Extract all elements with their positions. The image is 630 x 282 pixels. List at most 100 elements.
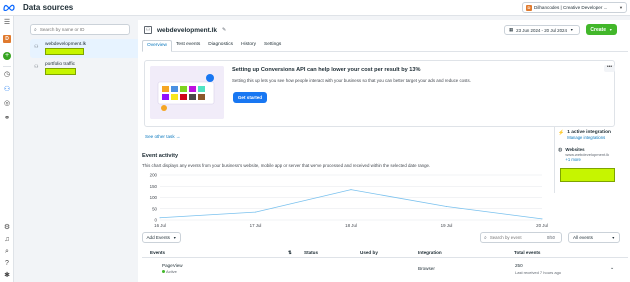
event-activity-chart: 0 50 100 150 200 16 Jul 17 Jul 18 Jul 19 Jul 20 J… [150, 173, 548, 229]
pixel-name: webdevelopment.lk [157, 26, 217, 34]
integration-cell: Browser [418, 266, 435, 271]
date-range: 23 Jun 2024 - 20 Jul 2024 [516, 27, 567, 33]
tab-bar: Overview Test events Diagnostics History… [142, 40, 628, 52]
manage-integrations-link[interactable]: Manage integrations [567, 135, 611, 140]
chevron-down-icon: ▼ [172, 235, 177, 240]
add-events-button[interactable]: Add Events ▼ [142, 232, 181, 243]
tab-settings[interactable]: Settings [260, 40, 285, 51]
data-point [159, 217, 161, 219]
event-count: 0/50 [546, 235, 555, 240]
integration-panel: ⚡ 1 active integration Manage integratio… [554, 127, 630, 193]
tab-diagnostics[interactable]: Diagnostics [204, 40, 237, 51]
event-activity: Event activity This chart displays any e… [142, 150, 552, 230]
bug-icon[interactable]: ✱ [3, 272, 11, 280]
total-events: 250 [515, 263, 523, 268]
nav-rail: ☰ D + ◷ ⚇ ◎ ⚭ ⚙ ♫ ⌕ ? ✱ [0, 16, 14, 282]
account-badge: D [526, 4, 532, 11]
event-search-field[interactable]: ⌕ 0/50 [480, 232, 562, 243]
event-search-input[interactable] [489, 235, 544, 240]
search-icon[interactable]: ⌕ [3, 248, 11, 256]
search-icon: ⌕ [484, 234, 487, 241]
main-panel: ⚇ webdevelopment.lk ✎ ▦ 23 Jun 2024 - 20… [138, 20, 630, 282]
data-point [255, 211, 256, 213]
pixel-header: ⚇ webdevelopment.lk ✎ [144, 26, 226, 34]
arrow-right-icon: → [175, 134, 181, 139]
data-source-name: portfolio traffic [45, 62, 76, 67]
data-sources-panel: ⌕ ⚇ webdevelopment.lk ⚇ portfolio traffi… [26, 20, 152, 282]
y-tick-label: 50 [152, 206, 157, 211]
globe-icon: ◍ [558, 147, 563, 153]
bell-icon[interactable]: ♫ [3, 236, 11, 244]
status-badge: Active [162, 269, 177, 274]
search-input[interactable] [39, 27, 120, 32]
search-field[interactable]: ⌕ [30, 24, 130, 35]
section-title: Event activity [142, 153, 179, 159]
menu-icon[interactable]: ☰ [3, 19, 11, 27]
y-tick-label: 200 [150, 173, 158, 178]
partners-icon[interactable]: ⚭ [3, 115, 11, 123]
tab-history[interactable]: History [237, 40, 260, 51]
col-events[interactable]: Events [150, 250, 165, 255]
y-tick-label: 100 [150, 195, 158, 200]
clock-icon[interactable]: ◷ [3, 71, 11, 79]
data-point [541, 218, 543, 220]
pixel-icon: ⚇ [34, 44, 39, 50]
data-source-name: webdevelopment.lk [45, 42, 87, 47]
meta-logo-icon[interactable] [3, 3, 15, 12]
section-subtitle: This chart displays any events from your… [142, 163, 431, 168]
events-table-header: Events ⇅ Status Used by Integration Tota… [142, 248, 628, 258]
event-name: PageView [162, 263, 183, 268]
event-filter-select[interactable]: All events ▼ [568, 232, 620, 243]
status-dot-icon [162, 270, 165, 273]
chevron-down-icon: ▼ [619, 5, 623, 10]
promo-title: Setting up Conversions API can help lowe… [232, 67, 421, 73]
top-bar: Data sources D Dilhancodes | Creative De… [0, 0, 630, 16]
page-title: Data sources [23, 3, 74, 12]
x-tick-label: 18 Jul [345, 223, 357, 228]
status-text: Active [166, 269, 177, 274]
get-started-button[interactable]: Get started [233, 92, 267, 103]
event-filter-label: All events [573, 235, 593, 240]
promo-illustration [150, 66, 224, 119]
see-other-task-link[interactable]: See other task → [145, 134, 181, 139]
tab-overview[interactable]: Overview [142, 40, 172, 52]
plus-icon[interactable]: + [3, 52, 11, 60]
series-line [159, 189, 543, 220]
expand-icon[interactable]: ⌄ [610, 265, 614, 271]
see-other-label: See other task [145, 134, 175, 139]
sort-icon[interactable]: ⇅ [288, 250, 292, 256]
x-tick-label: 20 Jul [536, 223, 548, 228]
create-label: Create [590, 26, 606, 33]
data-sources-icon[interactable]: ⚇ [3, 86, 11, 94]
redaction-mark [45, 48, 84, 55]
more-integrations-link[interactable]: +1 more [565, 157, 609, 162]
date-range-picker[interactable]: ▦ 23 Jun 2024 - 20 Jul 2024 ▼ [504, 25, 580, 35]
data-point [350, 189, 352, 191]
account-switcher[interactable]: D Dilhancodes | Creative Developer ... ▼ [522, 2, 627, 13]
x-tick-label: 17 Jul [250, 223, 262, 228]
search-icon: ⌕ [34, 26, 37, 33]
create-button[interactable]: Create ▼ [586, 24, 617, 35]
help-icon[interactable]: ? [3, 260, 11, 268]
y-tick-label: 150 [150, 184, 158, 189]
redaction-mark [45, 68, 76, 75]
avatar[interactable]: D [3, 35, 11, 43]
pixel-icon: ⚇ [34, 64, 39, 70]
chevron-down-icon: ▼ [569, 28, 574, 32]
add-events-label: Add Events [146, 235, 170, 240]
events-controls: Add Events ▼ ⌕ 0/50 All events ▼ [142, 232, 628, 244]
col-integration: Integration [418, 250, 442, 255]
gear-icon[interactable]: ⚙ [3, 224, 11, 232]
promo-subtitle: Setting this up lets you see how people … [232, 78, 471, 83]
data-point [446, 206, 447, 207]
measurement-icon[interactable]: ◎ [3, 100, 11, 108]
table-row[interactable]: PageView Active Browser 250 Last receive… [142, 260, 628, 282]
last-received: Last received 7 hours ago [515, 270, 562, 275]
data-source-item[interactable]: ⚇ portfolio traffic [30, 59, 152, 78]
data-source-item[interactable]: ⚇ webdevelopment.lk [30, 39, 152, 58]
tab-test-events[interactable]: Test events [172, 40, 204, 51]
edit-icon[interactable]: ✎ [222, 27, 226, 33]
calendar-icon: ▦ [509, 27, 514, 32]
more-options-button[interactable]: ••• [604, 65, 615, 72]
redaction-mark [560, 168, 615, 182]
